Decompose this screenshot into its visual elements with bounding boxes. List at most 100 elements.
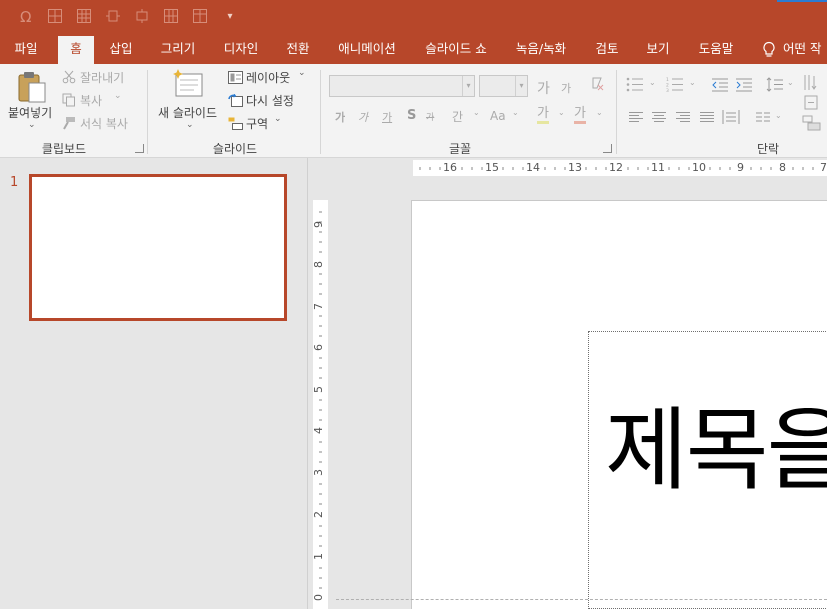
section-button[interactable]: 구역: [246, 115, 268, 132]
title-placeholder-text: 제목을: [605, 398, 827, 503]
case-dropdown-icon[interactable]: ⌄: [512, 108, 519, 117]
tab-design[interactable]: 디자인: [214, 36, 268, 64]
new-slide-dropdown-icon[interactable]: ⌄: [186, 120, 194, 130]
ruler-label: 10: [692, 161, 706, 174]
tab-transitions[interactable]: 전환: [277, 36, 319, 64]
tab-animations[interactable]: 애니메이션: [328, 36, 406, 64]
tab-help[interactable]: 도움말: [688, 36, 744, 64]
vertical-ruler: 9 8 7 6 5 4 3 2 1 0: [312, 200, 328, 609]
copy-dropdown-icon[interactable]: ⌄: [114, 91, 122, 101]
tab-review[interactable]: 검토: [585, 36, 629, 64]
layout-dropdown-icon[interactable]: ⌄: [298, 68, 306, 78]
tab-view[interactable]: 보기: [637, 36, 679, 64]
paste-button[interactable]: 붙여넣기: [8, 104, 52, 121]
underline-button[interactable]: 가: [382, 109, 392, 125]
format-painter-icon: [63, 117, 75, 130]
tab-home[interactable]: 홈: [58, 36, 94, 64]
paste-dropdown-icon[interactable]: ⌄: [28, 120, 36, 130]
slides-group-label: 슬라이드: [212, 142, 258, 156]
font-name-dropdown-icon[interactable]: ▾: [462, 76, 474, 96]
table-grid-icon[interactable]: [75, 8, 93, 26]
character-spacing-button[interactable]: 간: [452, 108, 463, 125]
ruler-label: 4: [312, 427, 325, 434]
svg-text:Ω: Ω: [20, 8, 31, 24]
numbering-icon[interactable]: 123: [666, 77, 684, 92]
ruler-label: 7: [820, 161, 827, 174]
font-group-label: 글꼴: [448, 142, 472, 156]
new-slide-icon[interactable]: [170, 68, 204, 100]
font-size-combo[interactable]: ▾: [479, 75, 528, 97]
table-insert-icon[interactable]: [162, 8, 180, 26]
section-dropdown-icon[interactable]: ⌄: [274, 114, 282, 124]
paste-icon[interactable]: [17, 70, 47, 104]
format-painter-button[interactable]: 서식 복사: [80, 115, 128, 132]
layout-button[interactable]: 레이아웃: [246, 69, 290, 86]
change-case-button[interactable]: Aa: [490, 109, 506, 123]
paragraph-group-label: 단락: [756, 142, 780, 156]
font-size-dropdown-icon[interactable]: ▾: [515, 76, 527, 96]
increase-indent-icon[interactable]: [735, 77, 753, 92]
tab-draw[interactable]: 그리기: [150, 36, 206, 64]
align-icon[interactable]: [104, 8, 122, 26]
italic-button[interactable]: 가: [358, 109, 368, 125]
tab-record[interactable]: 녹음/녹화: [505, 36, 577, 64]
copy-button[interactable]: 복사: [80, 92, 102, 109]
horizontal-ruler: 16 15 14 13 12 11 10 9 8 7: [413, 160, 827, 176]
bullets-dropdown-icon[interactable]: ⌄: [649, 78, 656, 87]
align-center-icon[interactable]: [651, 111, 667, 124]
highlight-button[interactable]: 가: [537, 107, 549, 124]
grow-font-button[interactable]: 가: [537, 78, 550, 98]
omega-icon[interactable]: Ω: [17, 8, 35, 26]
bold-button[interactable]: 가: [335, 109, 345, 125]
align-text-icon[interactable]: [804, 95, 824, 110]
ruler-label: 5: [312, 386, 325, 393]
table-split-icon[interactable]: [191, 8, 209, 26]
ribbon-home: 붙여넣기 ⌄ 잘라내기 복사 ⌄ 서식 복사 클립보드 새 슬라이드 ⌄ 레이아…: [0, 64, 827, 158]
font-color-dropdown-icon[interactable]: ⌄: [596, 108, 603, 117]
group-separator: [147, 70, 148, 154]
slide-thumbnail[interactable]: [29, 174, 287, 321]
strikethrough-button[interactable]: 가: [426, 110, 434, 123]
clear-formatting-icon[interactable]: [587, 76, 605, 92]
line-spacing-icon[interactable]: [766, 77, 784, 92]
svg-text:1: 1: [666, 77, 669, 83]
tab-file[interactable]: 파일: [4, 36, 48, 64]
guide-line: [336, 599, 827, 600]
font-color-button[interactable]: 가: [574, 107, 586, 124]
clipboard-launcher-icon[interactable]: [135, 144, 144, 153]
ruler-label: 3: [312, 469, 325, 476]
ruler-label: 12: [609, 161, 623, 174]
highlight-dropdown-icon[interactable]: ⌄: [558, 108, 565, 117]
distributed-icon[interactable]: [722, 109, 740, 125]
reset-icon: [228, 94, 243, 107]
spacing-dropdown-icon[interactable]: ⌄: [473, 108, 480, 117]
tab-insert[interactable]: 삽입: [101, 36, 141, 64]
decrease-indent-icon[interactable]: [711, 77, 729, 92]
tab-slideshow[interactable]: 슬라이드 쇼: [415, 36, 497, 64]
shadow-button[interactable]: S: [407, 108, 416, 123]
numbering-dropdown-icon[interactable]: ⌄: [689, 78, 696, 87]
cut-button[interactable]: 잘라내기: [80, 69, 124, 86]
font-launcher-icon[interactable]: [603, 144, 612, 153]
table-icon[interactable]: [46, 8, 64, 26]
svg-text:2: 2: [666, 83, 669, 89]
clipboard-group-label: 클립보드: [41, 142, 87, 156]
line-spacing-dropdown-icon[interactable]: ⌄: [787, 78, 794, 87]
shrink-font-button[interactable]: 가: [561, 80, 571, 96]
justify-icon[interactable]: [699, 111, 715, 124]
svg-text:3: 3: [666, 88, 669, 92]
distribute-icon[interactable]: [133, 8, 151, 26]
text-direction-icon[interactable]: [803, 74, 823, 91]
slide-number: 1: [10, 175, 19, 190]
smartart-icon[interactable]: [802, 115, 824, 131]
columns-dropdown-icon[interactable]: ⌄: [775, 111, 782, 120]
align-left-icon[interactable]: [628, 111, 644, 124]
new-slide-button[interactable]: 새 슬라이드: [158, 104, 217, 121]
font-name-combo[interactable]: ▾: [329, 75, 475, 97]
columns-icon[interactable]: [755, 111, 771, 124]
reset-button[interactable]: 다시 설정: [246, 92, 294, 109]
bullets-icon[interactable]: [626, 77, 644, 92]
customize-dropdown-icon[interactable]: ▾: [221, 8, 239, 26]
tell-me-search[interactable]: 어떤 작: [783, 36, 827, 64]
align-right-icon[interactable]: [675, 111, 691, 124]
